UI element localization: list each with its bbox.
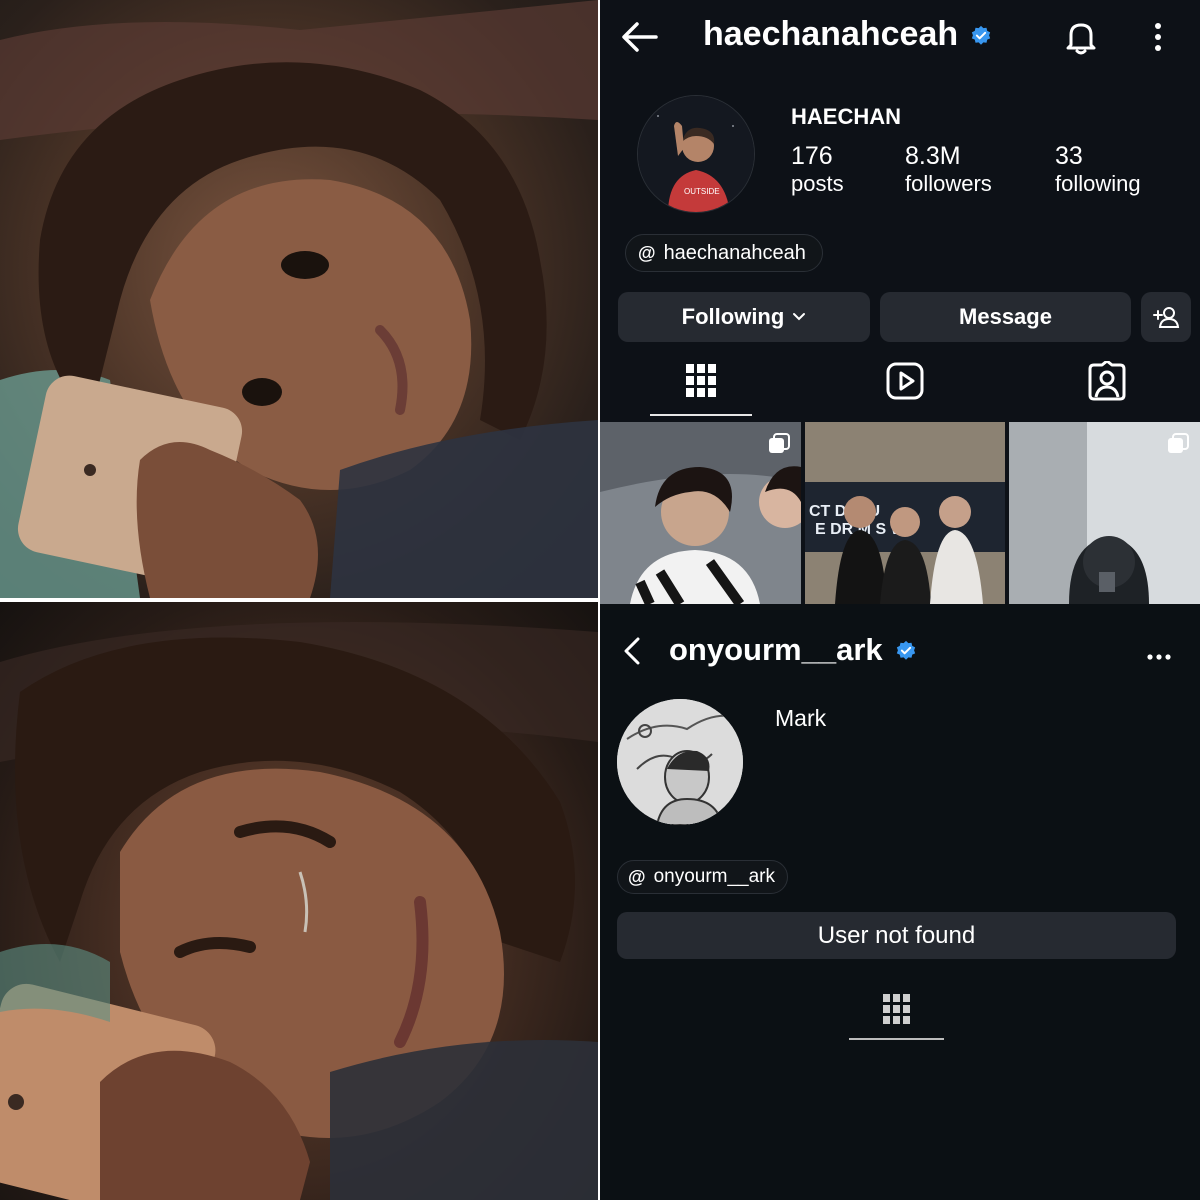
profile-mark: onyourm__ark Mark @ onyourm__ark User no… bbox=[600, 604, 1200, 1200]
following-button[interactable]: Following bbox=[618, 292, 870, 342]
tab-active-indicator bbox=[650, 414, 752, 416]
display-name: Mark bbox=[775, 705, 827, 731]
crying-photo bbox=[0, 602, 598, 1200]
add-person-button[interactable] bbox=[1141, 292, 1191, 342]
post-thumbnail[interactable] bbox=[600, 422, 801, 604]
threads-link[interactable]: @ haechanahceah bbox=[625, 234, 823, 272]
display-name: HAECHAN bbox=[791, 104, 901, 129]
profile-haechan: haechanahceah OUTSIDE HAECHAN 176 posts … bbox=[600, 0, 1200, 604]
stat-value: 176 bbox=[791, 142, 833, 170]
profile-username: haechanahceah bbox=[703, 15, 959, 53]
following-label: Following bbox=[681, 304, 785, 329]
bell-icon[interactable] bbox=[1062, 18, 1100, 56]
stat-label: following bbox=[1055, 171, 1141, 196]
threads-handle: onyourm__ark bbox=[653, 866, 776, 887]
smiling-photo bbox=[0, 0, 598, 598]
avatar-shirt-text: OUTSIDE bbox=[684, 187, 720, 196]
post-thumbnail[interactable]: CT D M U E DR M S W bbox=[805, 422, 1005, 604]
stat-label: followers bbox=[905, 171, 992, 196]
stat-following[interactable]: 33 following bbox=[1055, 142, 1141, 197]
threads-link[interactable]: @ onyourm__ark bbox=[617, 860, 789, 894]
stat-followers[interactable]: 8.3M followers bbox=[905, 142, 992, 197]
avatar[interactable]: OUTSIDE bbox=[637, 95, 755, 213]
multi-post-icon bbox=[769, 433, 790, 453]
tab-active-indicator bbox=[849, 1038, 944, 1040]
back-chevron-icon[interactable] bbox=[622, 636, 642, 666]
grid-icon[interactable] bbox=[685, 362, 717, 398]
stat-label: posts bbox=[791, 171, 844, 196]
user-not-found-label: User not found bbox=[817, 921, 976, 949]
reels-icon[interactable] bbox=[886, 362, 924, 400]
stat-posts[interactable]: 176 posts bbox=[791, 142, 844, 197]
avatar[interactable] bbox=[617, 699, 743, 825]
more-horizontal-icon[interactable] bbox=[1147, 648, 1171, 660]
verified-badge-icon bbox=[895, 640, 917, 667]
threads-handle: haechanahceah bbox=[663, 241, 806, 264]
grid-icon[interactable] bbox=[882, 993, 912, 1025]
more-vertical-icon[interactable] bbox=[1152, 22, 1164, 52]
verified-badge-icon bbox=[970, 25, 992, 52]
message-label: Message bbox=[959, 304, 1052, 329]
tagged-icon[interactable] bbox=[1088, 359, 1126, 401]
stat-value: 8.3M bbox=[905, 142, 961, 170]
multi-post-icon bbox=[1168, 433, 1189, 453]
profile-username: onyourm__ark bbox=[669, 632, 883, 667]
horizontal-divider bbox=[0, 598, 598, 602]
chevron-down-icon bbox=[793, 313, 806, 321]
stat-value: 33 bbox=[1055, 142, 1083, 170]
add-person-icon bbox=[1153, 307, 1180, 328]
post-thumbnail[interactable] bbox=[1009, 422, 1200, 604]
threads-icon: @ bbox=[628, 866, 646, 887]
message-button[interactable]: Message bbox=[880, 292, 1131, 342]
back-arrow-icon[interactable] bbox=[620, 20, 660, 54]
threads-icon: @ bbox=[638, 242, 656, 263]
user-not-found-button[interactable]: User not found bbox=[617, 912, 1176, 959]
